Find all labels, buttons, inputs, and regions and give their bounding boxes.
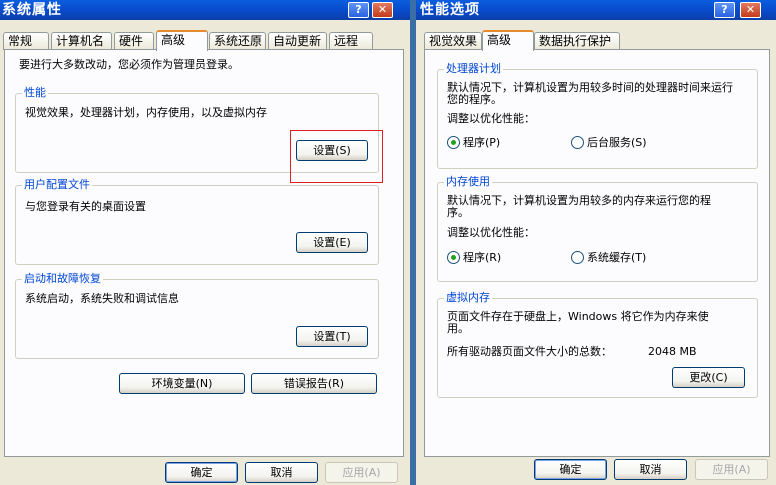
user-profiles-group: 用户配置文件 与您登录有关的桌面设置 设置(E)	[15, 178, 379, 265]
startup-recovery-group: 启动和故障恢复 系统启动，系统失败和调试信息 设置(T)	[15, 272, 379, 359]
performance-options-window: 性能选项 ? ✕ 视觉效果 高级 数据执行保护 处理器计划 默认情况下，计算机设…	[416, 0, 776, 485]
startup-recovery-settings-button[interactable]: 设置(T)	[296, 326, 368, 347]
virtual-memory-label: 虚拟内存	[444, 291, 492, 305]
cancel-button[interactable]: 取消	[245, 462, 318, 483]
user-profiles-desc: 与您登录有关的桌面设置	[25, 200, 146, 213]
highlight-box	[290, 130, 383, 183]
memory-usage-label: 内存使用	[444, 175, 492, 189]
processor-scheduling-desc-2: 您的程序。	[447, 93, 502, 106]
window-title: 性能选项	[420, 2, 480, 18]
tab-advanced[interactable]: 高级	[482, 30, 534, 51]
help-button[interactable]: ?	[714, 2, 735, 18]
programs-memory-radio-label[interactable]: 程序(R)	[463, 251, 501, 265]
memory-usage-group: 内存使用 默认情况下，计算机设置为用较多的内存来运行您的程 序。 调整以优化性能…	[437, 175, 758, 282]
admin-notice: 要进行大多数改动，您必须作为管理员登录。	[19, 58, 239, 71]
ok-button[interactable]: 确定	[165, 462, 238, 483]
cancel-button[interactable]: 取消	[614, 459, 687, 480]
tab-hardware[interactable]: 硬件	[114, 32, 154, 50]
tab-advanced[interactable]: 高级	[156, 30, 208, 51]
background-services-radio-label[interactable]: 后台服务(S)	[587, 136, 647, 150]
change-button[interactable]: 更改(C)	[672, 367, 745, 388]
user-profiles-label: 用户配置文件	[22, 178, 92, 192]
paging-total-label: 所有驱动器页面文件大小的总数：	[447, 345, 612, 358]
tab-visual-effects[interactable]: 视觉效果	[424, 32, 482, 50]
memory-usage-desc-2: 序。	[447, 206, 469, 219]
apply-button[interactable]: 应用(A)	[695, 459, 768, 480]
advanced-panel: 要进行大多数改动，您必须作为管理员登录。 性能 视觉效果，处理器计划，内存使用，…	[4, 49, 404, 457]
tab-auto-update[interactable]: 自动更新	[268, 32, 327, 50]
processor-scheduling-label: 处理器计划	[444, 62, 503, 76]
virtual-memory-desc: 页面文件存在于硬盘上，Windows 将它作为内存来使	[447, 310, 709, 323]
background-services-radio[interactable]	[571, 136, 584, 149]
title-bar[interactable]: 系统属性 ? ✕	[0, 0, 410, 20]
apply-button[interactable]: 应用(A)	[325, 462, 398, 483]
startup-recovery-desc: 系统启动，系统失败和调试信息	[25, 292, 179, 305]
startup-recovery-label: 启动和故障恢复	[22, 272, 103, 286]
user-profiles-settings-button[interactable]: 设置(E)	[296, 232, 368, 253]
title-bar[interactable]: 性能选项 ? ✕	[416, 0, 776, 20]
performance-label: 性能	[22, 86, 48, 100]
virtual-memory-group: 虚拟内存 页面文件存在于硬盘上，Windows 将它作为内存来使 用。 所有驱动…	[437, 291, 758, 398]
processor-scheduling-group: 处理器计划 默认情况下，计算机设置为用较多时间的处理器时间来运行 您的程序。 调…	[437, 62, 758, 169]
virtual-memory-desc-2: 用。	[447, 322, 469, 335]
programs-memory-radio[interactable]	[447, 251, 460, 264]
memory-usage-desc: 默认情况下，计算机设置为用较多的内存来运行您的程	[447, 194, 711, 207]
tab-system-restore[interactable]: 系统还原	[209, 32, 266, 50]
window-title: 系统属性	[2, 2, 62, 18]
system-properties-window: 系统属性 ? ✕ 常规 计算机名 硬件 高级 系统还原 自动更新 远程 要进行大…	[0, 0, 410, 485]
radio-dot	[451, 255, 456, 260]
adjust-label: 调整以优化性能：	[447, 112, 535, 125]
performance-desc: 视觉效果，处理器计划，内存使用，以及虚拟内存	[25, 106, 267, 119]
tab-computer-name[interactable]: 计算机名	[51, 32, 112, 50]
tab-remote[interactable]: 远程	[329, 32, 373, 50]
help-button[interactable]: ?	[348, 2, 369, 18]
programs-radio[interactable]	[447, 136, 460, 149]
environment-variables-button[interactable]: 环境变量(N)	[119, 373, 245, 394]
tab-dep[interactable]: 数据执行保护	[534, 32, 620, 50]
ok-button[interactable]: 确定	[534, 459, 607, 480]
close-button[interactable]: ✕	[740, 2, 761, 18]
close-button[interactable]: ✕	[372, 2, 393, 18]
tab-general[interactable]: 常规	[3, 32, 49, 50]
system-cache-radio[interactable]	[571, 251, 584, 264]
system-cache-radio-label[interactable]: 系统缓存(T)	[587, 251, 646, 265]
programs-radio-label[interactable]: 程序(P)	[463, 136, 500, 150]
radio-dot	[451, 140, 456, 145]
advanced-panel: 处理器计划 默认情况下，计算机设置为用较多时间的处理器时间来运行 您的程序。 调…	[424, 49, 770, 457]
error-reporting-button[interactable]: 错误报告(R)	[251, 373, 377, 394]
adjust-label: 调整以优化性能：	[447, 226, 535, 239]
paging-total-value: 2048 MB	[648, 345, 697, 358]
